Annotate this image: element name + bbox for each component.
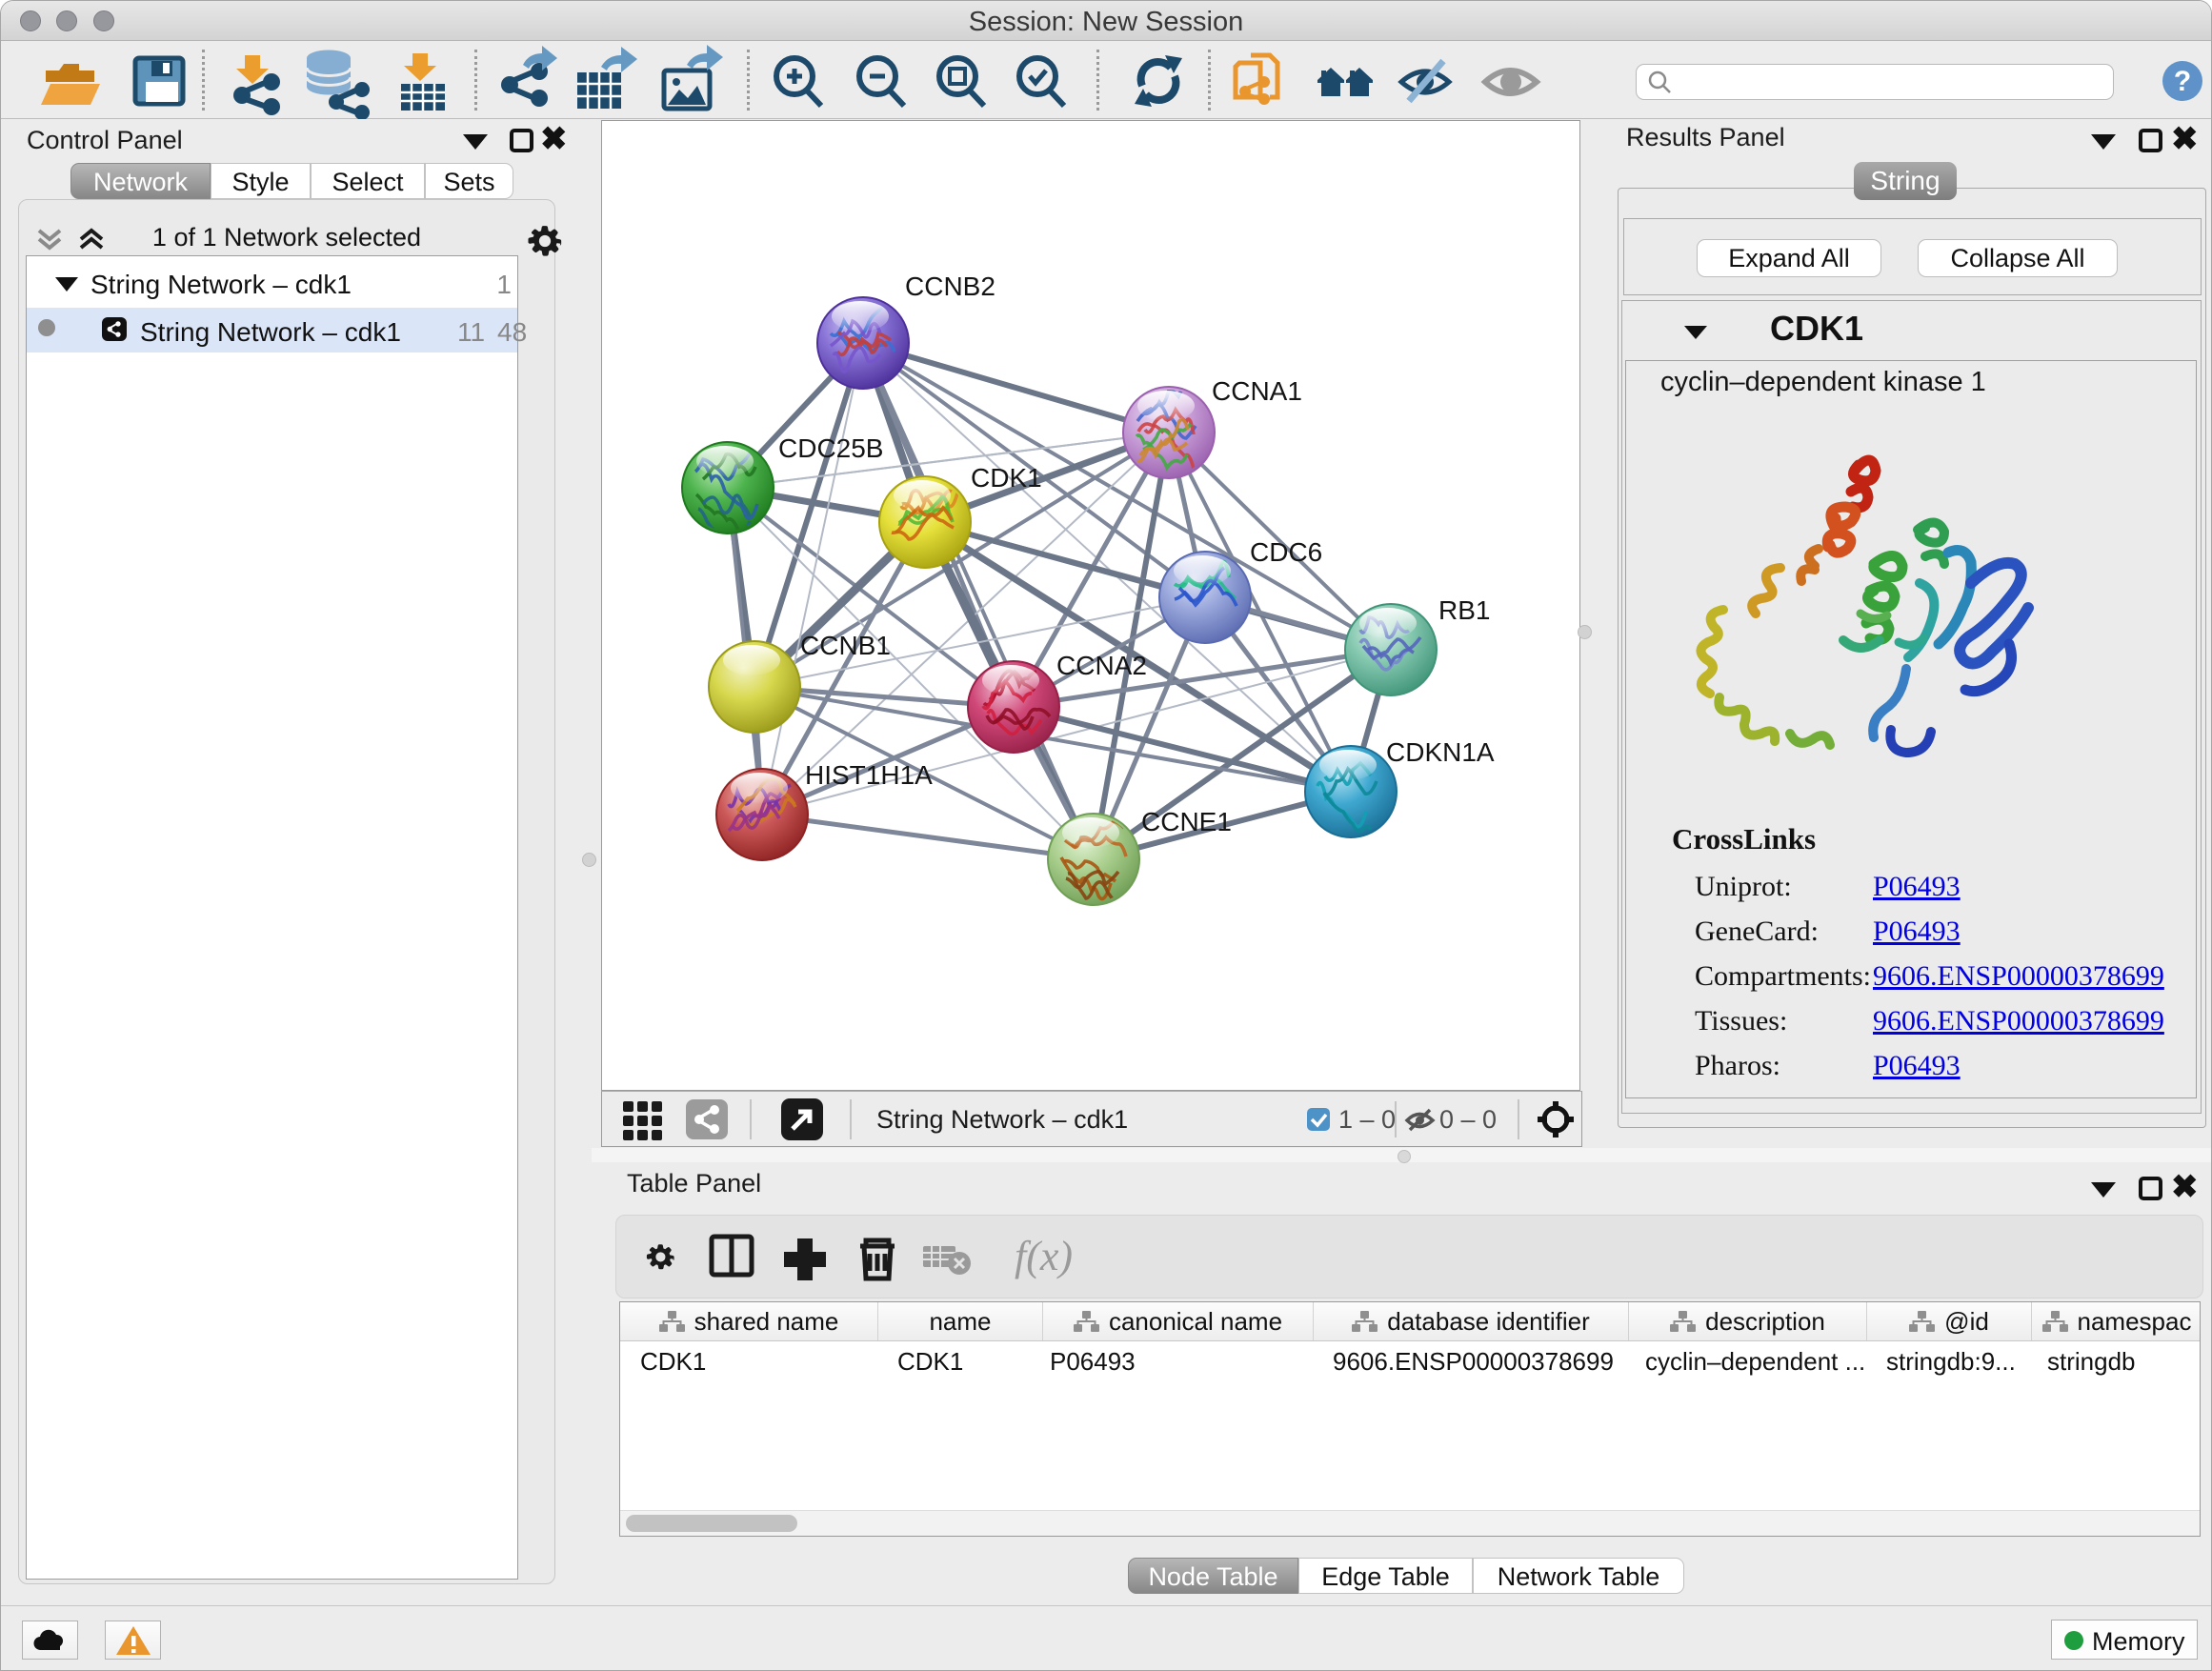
svg-text:CDKN1A: CDKN1A [1386, 737, 1495, 767]
svg-text:?: ? [2174, 66, 2191, 97]
svg-text:CDK1: CDK1 [971, 463, 1042, 493]
svg-text:CCNB1: CCNB1 [800, 631, 891, 660]
svg-text:0 – 0: 0 – 0 [1439, 1105, 1497, 1134]
svg-text:CDC6: CDC6 [1250, 537, 1322, 567]
svg-text:CDC25B: CDC25B [778, 433, 883, 463]
svg-text:CCNB2: CCNB2 [905, 272, 995, 301]
svg-text:CCNA2: CCNA2 [1056, 651, 1147, 680]
svg-text:CCNA1: CCNA1 [1212, 376, 1302, 406]
svg-text:RB1: RB1 [1438, 595, 1490, 625]
svg-text:CCNE1: CCNE1 [1141, 807, 1232, 836]
svg-text:HIST1H1A: HIST1H1A [805, 760, 933, 790]
svg-text:f(x): f(x) [1015, 1233, 1073, 1279]
svg-text:String Network – cdk1: String Network – cdk1 [876, 1105, 1128, 1134]
svg-text:1 – 0: 1 – 0 [1338, 1105, 1396, 1134]
